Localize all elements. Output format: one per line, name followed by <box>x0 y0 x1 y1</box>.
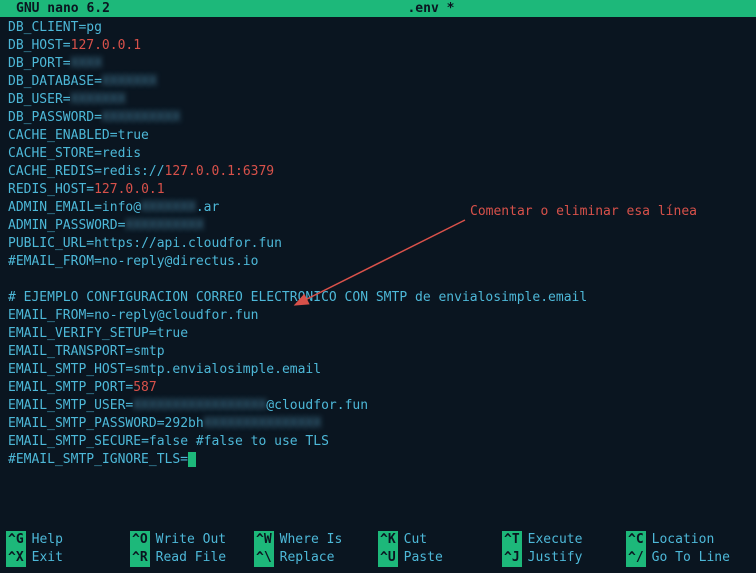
help-item-exit[interactable]: ^XExit <box>6 549 130 567</box>
help-item-help[interactable]: ^GHelp <box>6 531 130 549</box>
help-item-whereis[interactable]: ^WWhere Is <box>254 531 378 549</box>
cursor <box>188 452 196 467</box>
help-item-location[interactable]: ^CLocation <box>626 531 750 549</box>
editor-content[interactable]: DB_CLIENT=pg DB_HOST=127.0.0.1 DB_PORT=X… <box>0 17 756 471</box>
help-item-cut[interactable]: ^KCut <box>378 531 502 549</box>
help-item-writeout[interactable]: ^OWrite Out <box>130 531 254 549</box>
help-item-execute[interactable]: ^TExecute <box>502 531 626 549</box>
file-name: .env * <box>110 1 752 16</box>
help-item-gotoline[interactable]: ^/Go To Line <box>626 549 750 567</box>
help-item-justify[interactable]: ^JJustify <box>502 549 626 567</box>
title-bar: GNU nano 6.2 .env * <box>0 0 756 17</box>
app-name: GNU nano 6.2 <box>4 1 110 16</box>
help-bar: ^GHelp ^OWrite Out ^WWhere Is ^KCut ^TEx… <box>0 529 756 573</box>
annotation-text: Comentar o eliminar esa línea <box>470 204 697 219</box>
help-item-replace[interactable]: ^\Replace <box>254 549 378 567</box>
help-item-readfile[interactable]: ^RRead File <box>130 549 254 567</box>
help-item-paste[interactable]: ^UPaste <box>378 549 502 567</box>
